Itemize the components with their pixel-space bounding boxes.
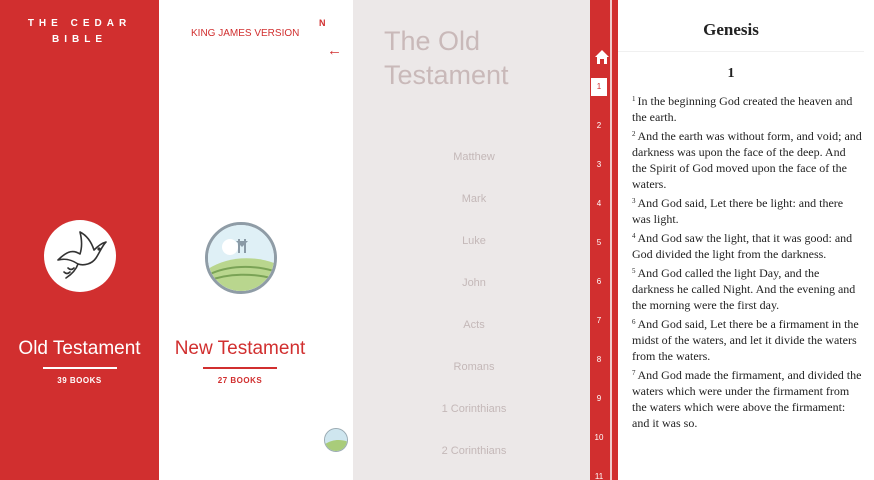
verse-list: 1 In the beginning God created the heaven… [632, 93, 862, 434]
verse-text: And God called the light Day, and the da… [632, 266, 856, 312]
chapter-item-3[interactable]: 3 [591, 156, 607, 174]
book-item[interactable]: 2 Corinthians [353, 434, 595, 476]
verse-text: And God made the firmament, and divided … [632, 368, 862, 430]
app-title: THE CEDAR BIBLE [27, 18, 132, 45]
arrow-left-icon[interactable]: ← [327, 42, 342, 59]
chapter-item-11[interactable]: 11 [591, 468, 607, 480]
home-icon[interactable] [594, 49, 610, 65]
version-abbrev: N [319, 18, 326, 28]
verse-text: And God saw the light, that it was good:… [632, 231, 853, 261]
chapter-item-6[interactable]: 6 [591, 273, 607, 291]
chapter-number: 1 [727, 66, 735, 81]
verse: 6 And God said, Let there be a firmament … [632, 316, 862, 364]
chapter-item-10[interactable]: 10 [591, 429, 607, 447]
verse-number: 5 [632, 267, 636, 275]
chapter-item-1[interactable]: 1 [591, 78, 607, 96]
verse: 7 And God made the firmament, and divided… [632, 367, 862, 431]
chapter-item-7[interactable]: 7 [591, 312, 607, 330]
chapter-item-5[interactable]: 5 [591, 234, 607, 252]
verse-number: 7 [632, 369, 636, 377]
verse-number: 1 [632, 95, 636, 103]
book-item[interactable]: Mark [353, 182, 595, 224]
verse-number: 3 [632, 197, 636, 205]
book-item[interactable]: John [353, 266, 595, 308]
old-testament-underline [43, 367, 117, 369]
chapter-item-2[interactable]: 2 [591, 117, 607, 135]
chapter-item-8[interactable]: 8 [591, 351, 607, 369]
book-item[interactable]: Romans [353, 350, 595, 392]
verse: 4 And God saw the light, that it was good… [632, 230, 862, 262]
book-item[interactable]: 1 Corinthians [353, 392, 595, 434]
verse-text: And the earth was without form, and void… [632, 129, 862, 191]
new-testament-panel[interactable]: KING JAMES VERSION N ← New Testament 27 … [159, 0, 353, 480]
book-item[interactable]: Acts [353, 308, 595, 350]
old-testament-books-count: 39 BOOKS [57, 376, 102, 385]
verse: 1 In the beginning God created the heaven… [632, 93, 862, 125]
old-testament-panel[interactable]: THE CEDAR BIBLE Old Testament 39 BOOKS [0, 0, 159, 480]
mini-globe-icon [324, 428, 348, 452]
book-title: Genesis [703, 20, 759, 39]
new-testament-underline [203, 367, 277, 369]
reader-panel: Genesis 1 1 In the beginning God created … [618, 0, 874, 480]
version-label: KING JAMES VERSION [191, 28, 300, 39]
verse-text: And God said, Let there be a firmament i… [632, 317, 859, 363]
book-list: Matthew Mark Luke John Acts Romans 1 Cor… [353, 140, 595, 476]
book-list-title: The Old Testament [384, 26, 509, 90]
old-testament-title: Old Testament [18, 338, 141, 359]
chapter-item-4[interactable]: 4 [591, 195, 607, 213]
book-list-panel: The Old Testament Matthew Mark Luke John… [353, 0, 590, 480]
verse-number: 4 [632, 232, 636, 240]
book-item[interactable]: Matthew [353, 140, 595, 182]
book-item[interactable]: Luke [353, 224, 595, 266]
verse-number: 6 [632, 318, 636, 326]
landscape-globe-icon [205, 222, 277, 294]
new-testament-books-count: 27 BOOKS [217, 376, 263, 385]
header-divider [618, 51, 864, 52]
verse: 3 And God said, Let there be light: and t… [632, 195, 862, 227]
new-testament-title: New Testament [174, 338, 306, 359]
chapter-strip: 1 2 3 4 5 6 7 8 9 10 11 [590, 0, 618, 480]
verse-text: And God said, Let there be light: and th… [632, 196, 844, 226]
chapter-item-9[interactable]: 9 [591, 390, 607, 408]
verse: 5 And God called the light Day, and the d… [632, 265, 862, 313]
verse-text: In the beginning God created the heaven … [632, 94, 853, 124]
dove-icon [44, 220, 116, 292]
verse: 2 And the earth was without form, and voi… [632, 128, 862, 192]
verse-number: 2 [632, 130, 636, 138]
